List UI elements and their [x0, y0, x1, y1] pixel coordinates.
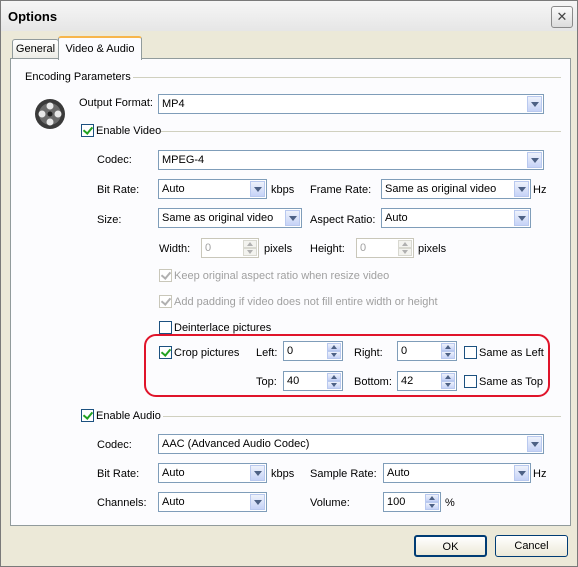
size-select[interactable]: Same as original video [158, 208, 302, 228]
spin-down-icon[interactable] [243, 248, 257, 256]
chevron-down-icon[interactable] [285, 210, 300, 226]
framerate-unit: Hz [533, 184, 547, 196]
enable-audio-checkbox[interactable] [81, 409, 94, 422]
keep-aspect-label: Keep original aspect ratio when resize v… [174, 270, 390, 282]
audio-codec-select[interactable]: AAC (Advanced Audio Codec) [158, 434, 544, 454]
tab-video-audio[interactable]: Video & Audio [58, 36, 142, 60]
chevron-down-icon[interactable] [527, 152, 542, 168]
tab-general[interactable]: General [12, 39, 59, 59]
width-stepper[interactable]: 0 [201, 238, 259, 258]
audio-codec-label: Codec: [97, 439, 132, 451]
separator [133, 77, 561, 78]
height-label: Height: [310, 243, 345, 255]
channels-select[interactable]: Auto [158, 492, 267, 512]
height-unit: pixels [418, 243, 447, 255]
title-bar: Options ✕ [1, 1, 577, 31]
framerate-select[interactable]: Same as original video [381, 179, 531, 199]
spin-down-icon[interactable] [425, 502, 439, 510]
volume-stepper[interactable]: 100 [383, 492, 441, 512]
keep-aspect-checkbox[interactable] [159, 269, 172, 282]
tab-panel: Encoding Parameters Output Format: MP4 E… [10, 58, 571, 526]
chevron-down-icon[interactable] [250, 465, 265, 481]
audio-bitrate-select[interactable]: Auto [158, 463, 267, 483]
chevron-down-icon[interactable] [527, 96, 542, 112]
cancel-button[interactable]: Cancel [495, 535, 568, 557]
audio-bitrate-unit: kbps [271, 468, 295, 480]
options-window: Options ✕ General Video & Audio Encoding… [0, 0, 578, 567]
output-format-select[interactable]: MP4 [158, 94, 544, 114]
output-format-label: Output Format: [79, 97, 153, 109]
ok-button[interactable]: OK [414, 535, 487, 557]
separator [161, 131, 561, 132]
video-codec-label: Codec: [97, 154, 132, 166]
window-title: Options [8, 9, 58, 24]
samplerate-unit: Hz [533, 468, 547, 480]
deinterlace-checkbox[interactable] [159, 321, 172, 334]
height-stepper[interactable]: 0 [356, 238, 414, 258]
chevron-down-icon[interactable] [250, 494, 265, 510]
video-bitrate-label: Bit Rate: [97, 184, 140, 196]
volume-label: Volume: [310, 497, 350, 509]
enable-video-label: Enable Video [96, 125, 162, 137]
spin-down-icon[interactable] [398, 248, 412, 256]
spin-up-icon[interactable] [243, 240, 257, 248]
video-bitrate-unit: kbps [271, 184, 295, 196]
width-label: Width: [159, 243, 191, 255]
separator [163, 416, 561, 417]
volume-unit: % [445, 497, 455, 509]
aspect-ratio-label: Aspect Ratio: [310, 214, 376, 226]
add-padding-label: Add padding if video does not fill entir… [174, 296, 438, 308]
channels-label: Channels: [97, 497, 147, 509]
size-label: Size: [97, 214, 122, 226]
chevron-down-icon[interactable] [514, 210, 529, 226]
chevron-down-icon[interactable] [250, 181, 265, 197]
spin-up-icon[interactable] [398, 240, 412, 248]
enable-audio-label: Enable Audio [96, 410, 161, 422]
encoding-header: Encoding Parameters [25, 71, 131, 83]
chevron-down-icon[interactable] [514, 181, 529, 197]
add-padding-checkbox[interactable] [159, 295, 172, 308]
crop-highlight-outline [144, 334, 550, 397]
audio-bitrate-label: Bit Rate: [97, 468, 140, 480]
framerate-label: Frame Rate: [310, 184, 372, 196]
aspect-ratio-select[interactable]: Auto [381, 208, 531, 228]
chevron-down-icon[interactable] [514, 465, 529, 481]
deinterlace-label: Deinterlace pictures [174, 322, 272, 334]
video-codec-select[interactable]: MPEG-4 [158, 150, 544, 170]
enable-video-checkbox[interactable] [81, 124, 94, 137]
chevron-down-icon[interactable] [527, 436, 542, 452]
samplerate-select[interactable]: Auto [383, 463, 531, 483]
video-bitrate-select[interactable]: Auto [158, 179, 267, 199]
spin-up-icon[interactable] [425, 494, 439, 502]
samplerate-label: Sample Rate: [310, 468, 377, 480]
film-reel-icon [35, 99, 65, 129]
close-icon[interactable]: ✕ [551, 6, 573, 28]
width-unit: pixels [264, 243, 293, 255]
